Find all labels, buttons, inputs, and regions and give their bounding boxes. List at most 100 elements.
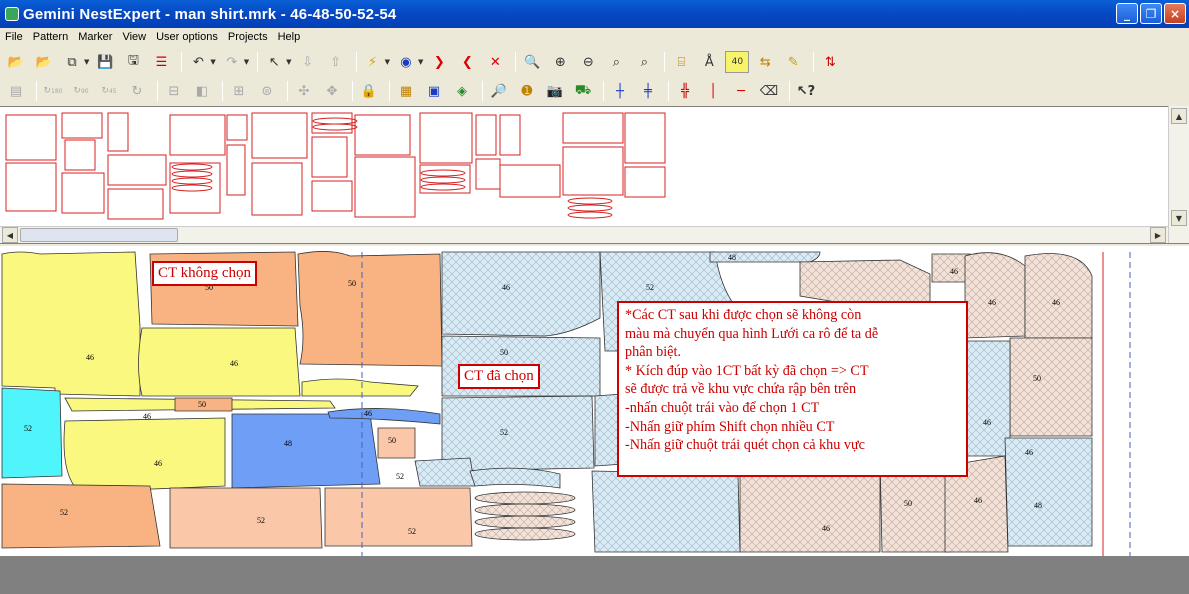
open-icon[interactable]: 📂 (4, 51, 28, 73)
cross-icon[interactable]: ✣ (292, 80, 316, 102)
search-icon[interactable]: 🔎 (487, 80, 511, 102)
piece-label: 50 (904, 499, 912, 508)
copy-dropdown-icon[interactable]: ▼ (84, 58, 89, 66)
bracket-right-icon[interactable]: ❯ (427, 51, 451, 73)
toggle-icon[interactable]: ⇅ (818, 51, 842, 73)
menu-view[interactable]: View (117, 31, 151, 43)
delete-x-icon[interactable]: ✕ (483, 51, 507, 73)
table-icon[interactable]: ▤ (4, 80, 28, 102)
spread-icon[interactable]: ✥ (320, 80, 344, 102)
menu-pattern[interactable]: Pattern (28, 31, 73, 43)
match-icon[interactable]: ⊞ (227, 80, 251, 102)
scroll-down-icon[interactable]: ▼ (1171, 210, 1187, 226)
maximize-button[interactable]: ❐ (1140, 3, 1162, 24)
piece-label: 46 (230, 359, 238, 368)
scroll-left-icon[interactable]: ◀ (2, 227, 18, 243)
rotate90-label: 90 (80, 87, 89, 95)
eraser-icon[interactable]: ⌫ (757, 80, 781, 102)
separator (664, 52, 666, 72)
instruction-note: *Các CT sau khi được chọn sẽ không còn m… (617, 301, 968, 477)
zoom-width-icon[interactable]: ⌕ (632, 51, 656, 73)
marker-work-area[interactable]: 50 50 46 46 52 46 50 46 48 50 52 52 52 4… (0, 246, 1189, 594)
menu-help[interactable]: Help (273, 31, 306, 43)
main-toolbar: 📂 📂 ⧉ ▼ 💾 🖫 ☰ ↶ ▼ ↷ ▼ ↖ ▼ ⇩ ⇧ ⚡ ▼ ◉ ▼ ❯ ❮ ✕ 🔍 … (0, 48, 1189, 76)
flip-icon[interactable]: ◧ (190, 80, 214, 102)
app-icon (5, 7, 19, 21)
piece-label: 46 (1025, 448, 1033, 457)
pattern-preview-panel[interactable] (0, 106, 1189, 244)
zoom-box-icon[interactable]: 🔍 (520, 51, 544, 73)
piece-label: 48 (284, 439, 292, 448)
scroll-thumb[interactable] (20, 228, 178, 242)
bracket-left-icon[interactable]: ❮ (455, 51, 479, 73)
truck-icon[interactable]: ⛟ (571, 80, 595, 102)
menu-marker[interactable]: Marker (73, 31, 117, 43)
separator (36, 81, 37, 101)
note-line: sẽ được trả về khu vực chứa rập bên trên (625, 381, 857, 398)
note-line: *Các CT sau khi được chọn sẽ không còn (625, 307, 862, 323)
help-icon[interactable]: ↖? (794, 80, 818, 102)
redo-icon[interactable]: ↷ (220, 51, 244, 73)
red-hline-icon[interactable]: ─ (729, 80, 753, 102)
lightning-icon[interactable]: ⚡ (361, 51, 385, 73)
separator (668, 81, 669, 101)
horizontal-scrollbar[interactable]: ◀ ▶ (0, 226, 1168, 243)
layers-icon[interactable]: ☰ (149, 51, 173, 73)
zoom-in-icon[interactable]: ⊕ (548, 51, 572, 73)
secondary-toolbar: ▤ ↻ 180 ↻ 90 ↻ 45 ↻ ⊟ ◧ ⊞ ⊜ ✣ ✥ 🔒 ▦ ▣ ◈ 🔎 ➊… (0, 77, 1189, 105)
scroll-right-icon[interactable]: ▶ (1150, 227, 1166, 243)
menu-user-options[interactable]: User options (151, 31, 223, 43)
badge-icon[interactable]: ➊ (515, 80, 539, 102)
measure-icon[interactable]: 40 (725, 51, 750, 73)
copy-icon[interactable]: ⧉ (60, 51, 84, 73)
fill-icon[interactable]: ▣ (422, 80, 446, 102)
rotate45-icon[interactable]: ↻ 45 (97, 80, 121, 102)
arrow-down-icon[interactable]: ⇩ (296, 51, 320, 73)
ring-icon[interactable]: ◉ (394, 51, 418, 73)
close-button[interactable]: × (1164, 3, 1186, 24)
arrows-icon[interactable]: ⇆ (753, 51, 777, 73)
align-icon[interactable]: ⊟ (162, 80, 186, 102)
piece-label: 46 (86, 353, 94, 362)
lock-icon[interactable]: 🔒 (357, 80, 381, 102)
vertical-scrollbar[interactable]: ▲ ▼ (1168, 106, 1189, 243)
minimize-button[interactable]: _ (1116, 3, 1138, 24)
stack-icon[interactable]: ⊜ (255, 80, 279, 102)
separator (222, 81, 223, 101)
rotate180-icon[interactable]: ↻ 180 (41, 80, 65, 102)
redo-dropdown-icon[interactable]: ▼ (244, 58, 249, 66)
triangle-a-icon[interactable]: Å (697, 51, 721, 73)
fabric-icon[interactable]: ◈ (450, 80, 474, 102)
zoom-out-icon[interactable]: ⊖ (576, 51, 600, 73)
scroll-up-icon[interactable]: ▲ (1171, 108, 1187, 124)
undo-dropdown-icon[interactable]: ▼ (210, 58, 215, 66)
vline-icon[interactable]: ┼ (608, 80, 632, 102)
zoom-fit-icon[interactable]: ⌕ (604, 51, 628, 73)
pointer-dropdown-icon[interactable]: ▼ (286, 58, 291, 66)
rotate-icon[interactable]: ↻ (125, 80, 149, 102)
grid-select-icon[interactable]: ▦ (394, 80, 418, 102)
undo-icon[interactable]: ↶ (186, 51, 210, 73)
arrow-up-icon[interactable]: ⇧ (324, 51, 348, 73)
pencil-icon[interactable]: ✎ (781, 51, 805, 73)
hline-icon[interactable]: ╪ (636, 80, 660, 102)
pointer-icon[interactable]: ↖ (262, 51, 286, 73)
red-vline-icon[interactable]: │ (701, 80, 725, 102)
piece-info-icon[interactable]: ⌸ (669, 51, 693, 73)
ring-dropdown-icon[interactable]: ▼ (418, 58, 423, 66)
separator (181, 52, 183, 72)
split-icon[interactable]: ╬ (673, 80, 697, 102)
lightning-dropdown-icon[interactable]: ▼ (385, 58, 390, 66)
capture-icon[interactable]: 📷 (543, 80, 567, 102)
piece-label: 50 (500, 348, 508, 357)
save-as-icon[interactable]: 🖫 (121, 51, 145, 73)
menu-file[interactable]: File (0, 31, 28, 43)
rotate90-icon[interactable]: ↻ 90 (69, 80, 93, 102)
save-icon[interactable]: 💾 (93, 51, 117, 73)
piece-label: 46 (974, 496, 982, 505)
open-red-icon[interactable]: 📂 (32, 51, 56, 73)
piece-label: 46 (983, 418, 991, 427)
marker-bottom-margin (0, 556, 1189, 594)
piece-label: 46 (143, 412, 151, 421)
menu-projects[interactable]: Projects (223, 31, 273, 43)
